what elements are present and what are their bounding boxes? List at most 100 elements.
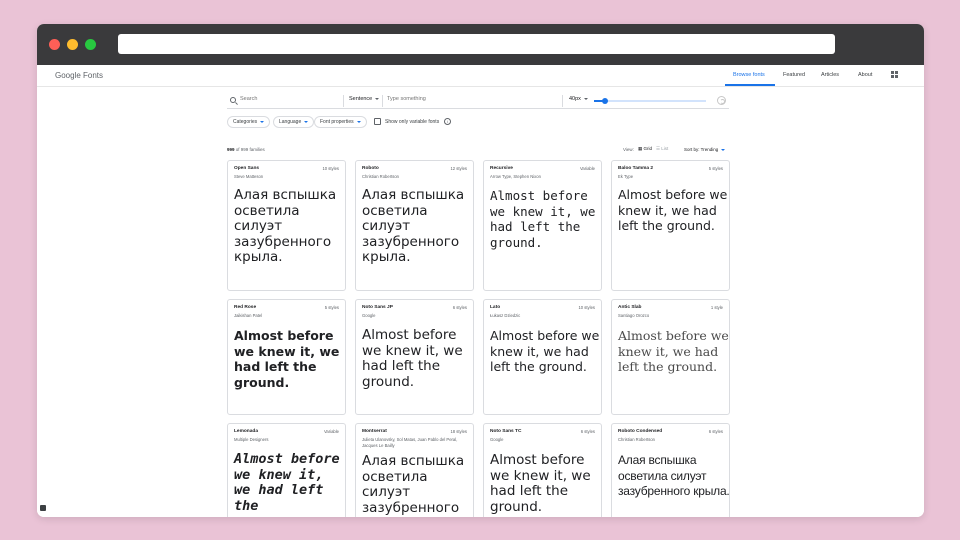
font-card-baloo-tamma-2[interactable]: Baloo Tamma 2 5 styles Ek Type Almost be… bbox=[611, 160, 730, 291]
font-designer: Christian Robertson bbox=[618, 437, 656, 442]
list-view-label: List bbox=[661, 146, 669, 151]
chevron-down-icon bbox=[375, 97, 380, 100]
divider bbox=[343, 95, 344, 107]
font-sample: Алая вспышка осветила силуэт зазубренног… bbox=[362, 453, 465, 516]
font-styles-count: 5 styles bbox=[324, 305, 339, 310]
font-card-lemonada[interactable]: Lemonada Variable Multiple Designers Alm… bbox=[227, 423, 346, 517]
font-designer: Steve Matteson bbox=[234, 174, 264, 179]
language-label: Language bbox=[279, 119, 302, 125]
list-view-button[interactable]: ☰ List bbox=[656, 146, 668, 152]
font-card-red-rose[interactable]: Red Rose 5 styles Jaikishan Patel Almost… bbox=[227, 299, 346, 415]
chevron-down-icon bbox=[583, 97, 588, 100]
font-name: Roboto bbox=[362, 166, 379, 171]
font-styles-count: 1 style bbox=[710, 305, 723, 310]
font-size-select[interactable]: 40px bbox=[569, 96, 588, 102]
active-tab-indicator bbox=[725, 84, 775, 86]
nav-browse-fonts[interactable]: Browse fonts bbox=[733, 72, 765, 78]
categories-filter[interactable]: Categories bbox=[227, 116, 271, 128]
font-sample: Almost before we knew it, we had left th… bbox=[618, 328, 729, 374]
nav-about[interactable]: About bbox=[858, 72, 872, 78]
font-designer: Christian Robertson bbox=[362, 174, 400, 179]
address-bar[interactable] bbox=[118, 34, 835, 54]
font-styles-count: 6 styles bbox=[452, 305, 467, 310]
variable-fonts-checkbox[interactable] bbox=[374, 118, 381, 125]
info-icon[interactable]: i bbox=[444, 118, 451, 125]
maximize-window-button[interactable] bbox=[85, 39, 96, 50]
font-card-recursive[interactable]: Recursive Variable Arrow Type, Stephen N… bbox=[483, 160, 602, 291]
chevron-down-icon bbox=[356, 120, 361, 123]
feedback-icon[interactable] bbox=[40, 505, 46, 511]
font-styles-count: Variable bbox=[579, 166, 595, 171]
divider bbox=[382, 95, 383, 107]
reset-icon[interactable] bbox=[717, 96, 726, 105]
categories-label: Categories bbox=[233, 119, 258, 125]
font-card-open-sans[interactable]: Open Sans 10 styles Steve Matteson Алая … bbox=[227, 160, 346, 291]
font-size-slider[interactable] bbox=[594, 98, 706, 104]
font-sample: Almost before we knew it, we had left th… bbox=[234, 451, 340, 514]
font-card-montserrat[interactable]: Montserrat 18 styles Julieta Ulanovsky, … bbox=[355, 423, 474, 517]
font-name: Antic Slab bbox=[618, 305, 642, 310]
font-sample: Almost before we knew it, we had left th… bbox=[490, 328, 600, 374]
variable-fonts-label[interactable]: Show only variable fonts bbox=[385, 119, 439, 125]
sample-mode-value: Sentence bbox=[349, 96, 373, 102]
sort-value: Sort by: Trending bbox=[684, 147, 719, 152]
font-styles-count: 5 styles bbox=[708, 166, 723, 171]
language-filter[interactable]: Language bbox=[273, 116, 315, 128]
font-styles-count: 10 styles bbox=[322, 166, 339, 171]
font-size-value: 40px bbox=[569, 96, 581, 102]
font-name: Baloo Tamma 2 bbox=[618, 166, 654, 171]
font-sample: Almost before we knew it, we had left th… bbox=[490, 452, 591, 515]
font-designer: Arrow Type, Stephen Nixon bbox=[490, 174, 541, 179]
font-properties-label: Font properties bbox=[320, 119, 354, 125]
font-designer: Google bbox=[362, 313, 376, 318]
sort-select[interactable]: Sort by: Trending bbox=[684, 147, 726, 152]
browser-window: Google Fonts Browse fonts Featured Artic… bbox=[37, 24, 924, 517]
font-name: Recursive bbox=[490, 166, 513, 171]
font-name: Noto Sans TC bbox=[490, 429, 522, 434]
font-card-noto-sans-jp[interactable]: Noto Sans JP 6 styles Google Almost befo… bbox=[355, 299, 474, 415]
preview-text-input[interactable] bbox=[387, 96, 537, 102]
font-card-noto-sans-tc[interactable]: Noto Sans TC 6 styles Google Almost befo… bbox=[483, 423, 602, 517]
font-card-roboto[interactable]: Roboto 12 styles Christian Robertson Ала… bbox=[355, 160, 474, 291]
font-card-lato[interactable]: Lato 10 styles Łukasz Dziedzic Almost be… bbox=[483, 299, 602, 415]
font-card-roboto-condensed[interactable]: Roboto Condensed 6 styles Christian Robe… bbox=[611, 423, 730, 517]
font-sample: Almost before we knew it, we had left th… bbox=[362, 327, 463, 390]
google-fonts-logo[interactable]: Google Fonts bbox=[55, 71, 103, 80]
slider-thumb[interactable] bbox=[602, 98, 609, 104]
grid-view-button[interactable]: ▦ Grid bbox=[638, 146, 652, 152]
font-styles-count: 18 styles bbox=[450, 429, 467, 434]
font-designer: Ek Type bbox=[618, 174, 634, 179]
font-name: Lemonada bbox=[234, 429, 258, 434]
font-designer: Łukasz Dziedzic bbox=[490, 313, 521, 318]
font-styles-count: 6 styles bbox=[708, 429, 723, 434]
view-label: View: bbox=[623, 147, 634, 152]
minimize-window-button[interactable] bbox=[67, 39, 78, 50]
close-window-button[interactable] bbox=[49, 39, 60, 50]
font-designer: Jaikishan Patel bbox=[234, 313, 263, 318]
search-input[interactable] bbox=[240, 96, 340, 102]
nav-featured[interactable]: Featured bbox=[783, 72, 805, 78]
font-sample: Алая вспышка осветила силуэт зазубренног… bbox=[618, 453, 730, 498]
font-sample: Almost before we knew it, we had left th… bbox=[234, 328, 340, 390]
font-sample: Алая вспышка осветила силуэт зазубренног… bbox=[362, 187, 465, 265]
page-content: Google Fonts Browse fonts Featured Artic… bbox=[37, 65, 924, 517]
filter-bar: Categories Language Font properties Show… bbox=[227, 116, 729, 129]
results-shown: 999 bbox=[227, 147, 235, 152]
font-properties-filter[interactable]: Font properties bbox=[314, 116, 367, 128]
font-designer: Santiago Orozco bbox=[618, 313, 650, 318]
font-designer: Google bbox=[490, 437, 504, 442]
font-styles-count: Variable bbox=[323, 429, 339, 434]
font-name: Montserrat bbox=[362, 429, 387, 434]
grid-view-label: Grid bbox=[643, 146, 653, 151]
font-name: Noto Sans JP bbox=[362, 305, 393, 310]
search-icon bbox=[230, 97, 236, 103]
nav-articles[interactable]: Articles bbox=[821, 72, 839, 78]
font-card-antic-slab[interactable]: Antic Slab 1 style Santiago Orozco Almos… bbox=[611, 299, 730, 415]
apps-grid-icon[interactable] bbox=[891, 71, 898, 78]
font-designer: Multiple Designers bbox=[234, 437, 269, 442]
preview-toolbar: Sentence 40px bbox=[227, 93, 729, 109]
font-name: Red Rose bbox=[234, 305, 257, 310]
results-header: 999 of 999 families View: ▦ Grid ☰ List … bbox=[227, 145, 729, 155]
browser-titlebar bbox=[37, 24, 924, 65]
sample-mode-select[interactable]: Sentence bbox=[349, 96, 380, 102]
